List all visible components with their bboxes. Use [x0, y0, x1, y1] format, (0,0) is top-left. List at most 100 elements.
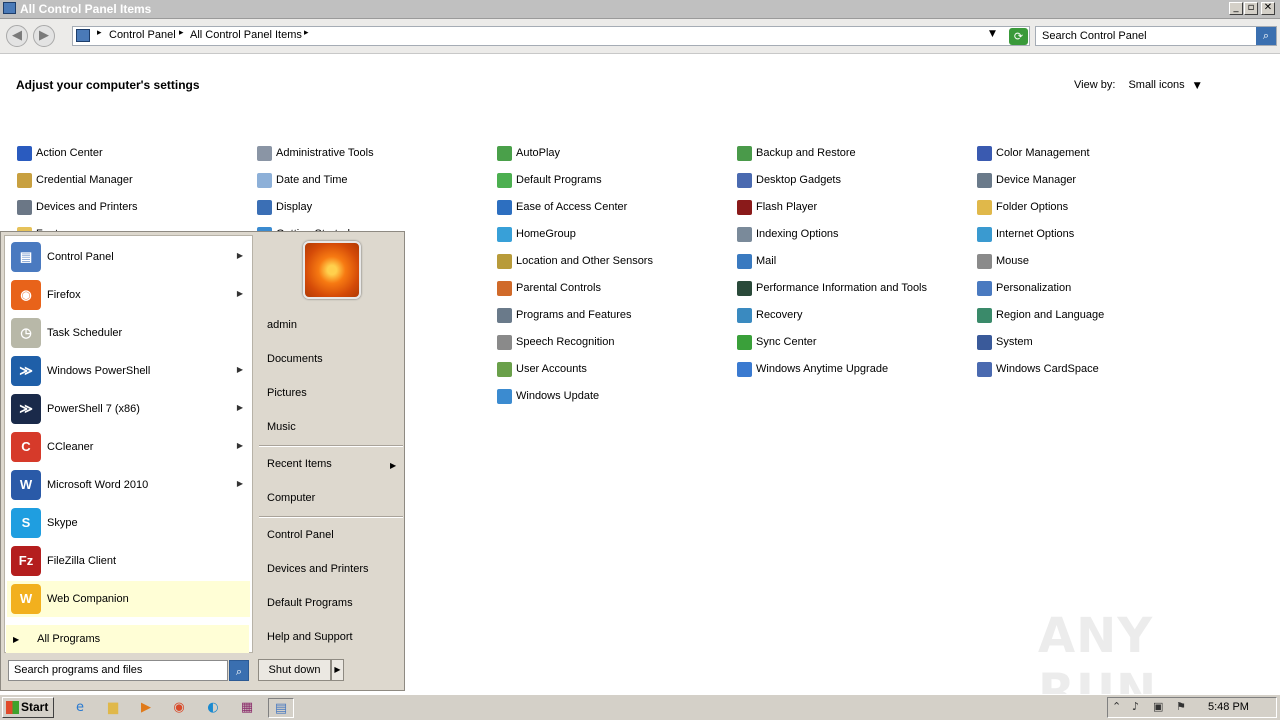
control-panel-item[interactable]: HomeGroup — [497, 224, 576, 244]
control-panel-item[interactable]: Indexing Options — [737, 224, 839, 244]
control-panel-item[interactable]: Windows Anytime Upgrade — [737, 359, 888, 379]
control-panel-item[interactable]: Speech Recognition — [497, 332, 614, 352]
close-button[interactable]: ✕ — [1261, 2, 1275, 15]
clock[interactable]: 5:48 PM — [1208, 701, 1249, 713]
control-panel-item[interactable]: Internet Options — [977, 224, 1074, 244]
forward-button[interactable]: ▶ — [33, 25, 55, 47]
address-dropdown-icon[interactable]: ▼ — [989, 29, 996, 39]
control-panel-item[interactable]: Region and Language — [977, 305, 1104, 325]
ie-taskbar-icon[interactable]: e — [67, 698, 93, 718]
volume-icon[interactable]: ♪ — [1132, 700, 1139, 713]
control-panel-item[interactable]: Mail — [737, 251, 776, 271]
action-center-flag-icon[interactable]: ⚑ — [1176, 700, 1186, 713]
control-panel-item[interactable]: Date and Time — [257, 170, 348, 190]
user-picture[interactable] — [303, 241, 361, 299]
shut-down-options-icon[interactable]: ▶ — [331, 659, 344, 681]
start-right-computer[interactable]: Computer — [267, 492, 315, 504]
shut-down-button[interactable]: Shut down — [258, 659, 331, 681]
start-right-music[interactable]: Music — [267, 421, 296, 433]
search-input[interactable]: Search Control Panel — [1042, 30, 1147, 42]
control-panel-item[interactable]: Parental Controls — [497, 278, 601, 298]
control-panel-item[interactable]: Recovery — [737, 305, 802, 325]
address-box[interactable]: ▸ Control Panel ▸ All Control Panel Item… — [72, 26, 1030, 46]
control-panel-item[interactable]: Devices and Printers — [17, 197, 138, 217]
winrar-taskbar-icon[interactable]: ▦ — [234, 698, 260, 718]
program-search-input[interactable]: Search programs and files — [8, 660, 228, 681]
start-right-documents[interactable]: Documents — [267, 353, 323, 365]
control-panel-item[interactable]: Ease of Access Center — [497, 197, 627, 217]
start-program-item[interactable]: ≫ Windows PowerShell ▶ — [7, 353, 250, 389]
breadcrumb-all-items[interactable]: All Control Panel Items — [190, 29, 302, 41]
ccleaner-icon: C — [11, 432, 41, 462]
start-button[interactable]: Start — [2, 697, 54, 718]
start-program-item[interactable]: ≫ PowerShell 7 (x86) ▶ — [7, 391, 250, 427]
control-panel-item[interactable]: Folder Options — [977, 197, 1068, 217]
start-right-devices-printers[interactable]: Devices and Printers — [267, 563, 369, 575]
search-icon[interactable]: ⌕ — [229, 660, 249, 681]
chrome-taskbar-icon[interactable]: ◉ — [166, 698, 192, 718]
refresh-icon[interactable]: ⟳ — [1009, 28, 1028, 45]
view-by-dropdown[interactable]: Small icons — [1128, 79, 1184, 91]
control-panel-item[interactable]: Backup and Restore — [737, 143, 856, 163]
control-panel-item[interactable]: Performance Information and Tools — [737, 278, 927, 298]
control-panel-item[interactable]: Sync Center — [737, 332, 817, 352]
control-panel-item[interactable]: Personalization — [977, 278, 1071, 298]
start-right-help-support[interactable]: Help and Support — [267, 631, 353, 643]
submenu-arrow-icon[interactable]: ▶ — [237, 365, 243, 374]
search-box[interactable]: Search Control Panel ⌕ — [1035, 26, 1277, 46]
all-programs-button[interactable]: ▶ All Programs — [6, 625, 249, 653]
control-panel-item[interactable]: Color Management — [977, 143, 1090, 163]
start-program-item[interactable]: W Microsoft Word 2010 ▶ — [7, 467, 250, 503]
dropdown-arrow-icon[interactable]: ▼ — [1194, 81, 1201, 91]
start-program-item[interactable]: W Web Companion — [7, 581, 250, 617]
control-panel-item[interactable]: Administrative Tools — [257, 143, 374, 163]
control-panel-taskbar-icon[interactable]: ▤ — [268, 698, 294, 718]
control-panel-item[interactable]: Desktop Gadgets — [737, 170, 841, 190]
network-icon[interactable]: ▣ — [1153, 700, 1163, 713]
maximize-button[interactable]: ▫ — [1244, 2, 1258, 15]
submenu-arrow-icon[interactable]: ▶ — [237, 251, 243, 260]
control-panel-item[interactable]: System — [977, 332, 1033, 352]
start-right-default-programs[interactable]: Default Programs — [267, 597, 353, 609]
control-panel-item[interactable]: Windows CardSpace — [977, 359, 1099, 379]
start-program-item[interactable]: Fz FileZilla Client — [7, 543, 250, 579]
back-button[interactable]: ◀ — [6, 25, 28, 47]
control-panel-item[interactable]: Display — [257, 197, 312, 217]
start-right-recent-items[interactable]: Recent Items — [267, 458, 332, 470]
submenu-arrow-icon[interactable]: ▶ — [237, 289, 243, 298]
start-right-control-panel[interactable]: Control Panel — [267, 529, 334, 541]
breadcrumb-control-panel[interactable]: Control Panel — [109, 29, 176, 41]
control-panel-item[interactable]: Credential Manager — [17, 170, 133, 190]
control-panel-item[interactable]: Programs and Features — [497, 305, 632, 325]
control-panel-item[interactable]: Action Center — [17, 143, 103, 163]
explorer-taskbar-icon[interactable]: ▆ — [100, 698, 126, 718]
control-panel-item[interactable]: Location and Other Sensors — [497, 251, 653, 271]
submenu-arrow-icon[interactable]: ▶ — [237, 441, 243, 450]
start-program-item[interactable]: C CCleaner ▶ — [7, 429, 250, 465]
submenu-arrow-icon[interactable]: ▶ — [237, 403, 243, 412]
control-panel-item[interactable]: User Accounts — [497, 359, 587, 379]
breadcrumb-arrow-icon[interactable]: ▸ — [304, 28, 309, 38]
control-panel-item[interactable]: Flash Player — [737, 197, 817, 217]
start-program-item[interactable]: ▤ Control Panel ▶ — [7, 239, 250, 275]
control-panel-item[interactable]: Windows Update — [497, 386, 599, 406]
submenu-arrow-icon[interactable]: ▶ — [237, 479, 243, 488]
start-program-item[interactable]: S Skype — [7, 505, 250, 541]
media-player-taskbar-icon[interactable]: ▶ — [133, 698, 159, 718]
edge-taskbar-icon[interactable]: ◐ — [200, 698, 226, 718]
control-panel-item[interactable]: Mouse — [977, 251, 1029, 271]
start-program-item[interactable]: ◉ Firefox ▶ — [7, 277, 250, 313]
start-program-label: Microsoft Word 2010 — [47, 479, 149, 491]
control-panel-item[interactable]: Device Manager — [977, 170, 1076, 190]
minimize-button[interactable]: _ — [1229, 2, 1243, 15]
start-right-user[interactable]: admin — [267, 319, 297, 331]
start-program-item[interactable]: ◷ Task Scheduler — [7, 315, 250, 351]
show-hidden-icons-icon[interactable]: ⌃ — [1112, 700, 1121, 713]
submenu-arrow-icon[interactable]: ▶ — [390, 461, 396, 470]
breadcrumb-arrow-icon[interactable]: ▸ — [179, 28, 184, 38]
start-right-pictures[interactable]: Pictures — [267, 387, 307, 399]
breadcrumb-arrow-icon[interactable]: ▸ — [97, 28, 102, 38]
search-icon[interactable]: ⌕ — [1256, 27, 1276, 45]
control-panel-item[interactable]: Default Programs — [497, 170, 602, 190]
control-panel-item[interactable]: AutoPlay — [497, 143, 560, 163]
